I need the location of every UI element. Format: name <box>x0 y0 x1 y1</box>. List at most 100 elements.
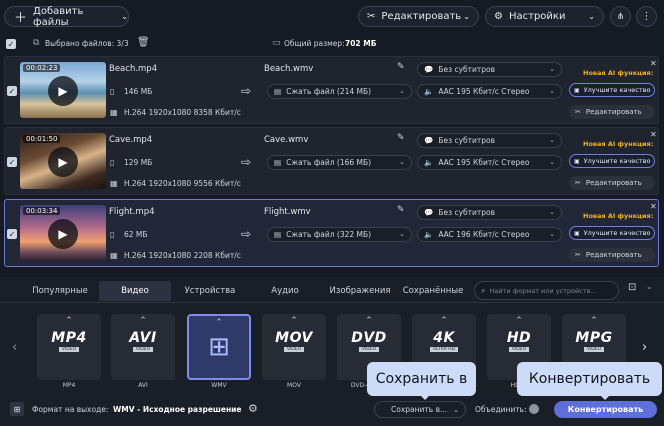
format-tile-label: WMV <box>211 382 227 389</box>
share-button[interactable]: ⋔ <box>610 6 631 27</box>
file-checkbox[interactable]: ✓ <box>7 86 17 96</box>
play-icon[interactable]: ▶ <box>48 147 78 177</box>
file-checkbox[interactable]: ✓ <box>7 229 17 239</box>
settings-label: Настройки <box>508 11 566 22</box>
subtitles-icon: 💬 <box>424 65 434 74</box>
source-file-name: Beach.mp4 <box>109 64 158 74</box>
duration-badge: 00:03:34 <box>23 207 61 215</box>
subtitles-dropdown[interactable]: 💬 Без субтитров ⌄ <box>417 205 562 220</box>
tools-icon: ✂ <box>367 11 376 22</box>
chevron-down-icon: ⌄ <box>399 87 405 95</box>
rename-pencil-icon[interactable]: ✎ <box>397 205 405 215</box>
format-tile[interactable]: ⌃ MOV VIDEO <box>262 314 326 380</box>
settings-button[interactable]: ⚙ Настройки ⌄ <box>485 6 604 27</box>
source-file-name: Cave.mp4 <box>109 135 153 145</box>
convert-arrow-icon: ⇨ <box>241 155 252 169</box>
subtitles-dropdown[interactable]: 💬 Без субтитров ⌄ <box>417 133 562 148</box>
tab-saved[interactable]: Сохранённые <box>397 281 469 301</box>
compress-dropdown[interactable]: ▤ Сжать файл (214 МБ) ⌄ <box>267 84 412 99</box>
file-card[interactable]: ✓ 00:03:34 ▶ Flight.mp4 ▯ 62 МБ ▦ H.264 … <box>4 199 659 267</box>
improve-quality-label: Улучшите качество <box>583 229 651 237</box>
tab-popular[interactable]: Популярные <box>24 281 96 301</box>
rename-pencil-icon[interactable]: ✎ <box>397 133 405 143</box>
video-thumbnail[interactable]: 00:01:50 ▶ <box>20 133 106 189</box>
edit-menu-button[interactable]: ✂ Редактировать ⌄ <box>358 6 479 27</box>
carousel-next-icon[interactable]: › <box>642 340 647 355</box>
format-logo-sub: VIDEO <box>58 347 80 352</box>
format-tile[interactable]: ⌃ ⊞ <box>187 314 251 380</box>
format-search[interactable]: ⌕ Найти формат или устройств... <box>474 281 619 300</box>
audio-dropdown[interactable]: 🔈 AAC 195 Кбит/с Стерео ⌄ <box>417 155 562 170</box>
chevron-up-icon: ⌃ <box>365 316 373 326</box>
improve-quality-button[interactable]: ▣ Улучшите качество <box>569 226 655 240</box>
card-edit-button[interactable]: ✂ Редактировать <box>569 248 655 262</box>
compress-label: Сжать файл (166 МБ) <box>286 158 372 167</box>
ai-icon: ▣ <box>574 229 580 237</box>
compress-dropdown[interactable]: ▤ Сжать файл (322 МБ) ⌄ <box>267 227 412 242</box>
close-icon[interactable]: ✕ <box>650 202 657 211</box>
trash-icon[interactable]: 🗑 <box>137 37 150 48</box>
speaker-icon: 🔈 <box>424 87 434 96</box>
audio-dropdown[interactable]: 🔈 AAC 196 Кбит/с Стерео ⌄ <box>417 227 562 242</box>
file-card[interactable]: ✓ 00:02:23 ▶ Beach.mp4 ▯ 146 МБ ▦ H.264 … <box>4 56 659 124</box>
ai-feature-label: Новая AI функция: <box>583 212 654 220</box>
format-logo: 4K <box>433 330 455 346</box>
add-format-icon[interactable]: ⊡ <box>628 282 642 298</box>
convert-arrow-icon: ⇨ <box>241 227 252 241</box>
format-logo: HD <box>506 330 532 346</box>
subtitles-dropdown[interactable]: 💬 Без субтитров ⌄ <box>417 62 562 77</box>
close-icon[interactable]: ✕ <box>650 130 657 139</box>
tab-audio[interactable]: Аудио <box>249 281 321 301</box>
select-all-checkbox[interactable]: ✓ <box>6 39 16 49</box>
convert-button[interactable]: Конвертировать <box>554 401 657 418</box>
plus-icon: ＋ <box>14 11 28 26</box>
tools-icon: ✂ <box>575 108 581 116</box>
file-checkbox[interactable]: ✓ <box>7 157 17 167</box>
carousel-prev-icon[interactable]: ‹ <box>12 340 17 355</box>
improve-quality-button[interactable]: ▣ Улучшите качество <box>569 83 655 97</box>
settings-icon: ⚙ <box>494 11 503 22</box>
card-edit-label: Редактировать <box>585 179 642 187</box>
card-edit-label: Редактировать <box>585 108 642 116</box>
ai-feature-label: Новая AI функция: <box>583 69 654 77</box>
chevron-down-icon: ⌄ <box>121 12 128 21</box>
more-button[interactable]: ⋮ <box>636 6 657 27</box>
merge-toggle[interactable] <box>529 404 539 414</box>
close-icon[interactable]: ✕ <box>650 59 657 68</box>
improve-quality-button[interactable]: ▣ Улучшите качество <box>569 154 655 168</box>
compress-dropdown[interactable]: ▤ Сжать файл (166 МБ) ⌄ <box>267 155 412 170</box>
tab-images[interactable]: Изображения <box>324 281 396 301</box>
video-thumbnail[interactable]: 00:02:23 ▶ <box>20 62 106 118</box>
save-to-label: Сохранить в... <box>391 405 448 414</box>
output-format-label: Формат на выходе: <box>32 405 109 414</box>
format-logo: MP4 <box>51 330 87 346</box>
subtitles-label: Без субтитров <box>438 136 496 145</box>
tools-icon: ✂ <box>575 179 581 187</box>
film-icon: ▦ <box>110 251 118 260</box>
source-codec: H.264 1920x1080 2208 Кбит/с <box>124 251 241 260</box>
file-size-icon: ▯ <box>110 87 115 96</box>
tab-video[interactable]: Видео <box>99 281 171 301</box>
rename-pencil-icon[interactable]: ✎ <box>397 62 405 72</box>
play-icon[interactable]: ▶ <box>48 76 78 106</box>
collapse-icon[interactable]: ⌄ <box>646 282 653 291</box>
chevron-up-icon: ⌃ <box>65 316 73 326</box>
format-settings-gear-icon[interactable]: ⚙ <box>248 402 258 415</box>
file-card[interactable]: ✓ 00:01:50 ▶ Cave.mp4 ▯ 129 МБ ▦ H.264 1… <box>4 127 659 195</box>
format-logo-sub: VIDEO <box>508 347 530 352</box>
save-to-dropdown[interactable]: Сохранить в... ⌄ <box>374 401 466 418</box>
format-tile[interactable]: ⌃ AVI VIDEO <box>111 314 175 380</box>
format-logo: MOV <box>275 330 313 346</box>
add-files-button[interactable]: ＋ Добавить файлы ⌄ <box>4 6 129 28</box>
video-thumbnail[interactable]: 00:03:34 ▶ <box>20 205 106 261</box>
file-icon: ▭ <box>272 38 281 48</box>
divider <box>0 302 664 303</box>
film-icon: ▦ <box>110 108 118 117</box>
app-window: ＋ Добавить файлы ⌄ ✂ Редактировать ⌄ ⚙ Н… <box>0 0 664 426</box>
tab-devices[interactable]: Устройства <box>174 281 246 301</box>
card-edit-button[interactable]: ✂ Редактировать <box>569 176 655 190</box>
audio-dropdown[interactable]: 🔈 AAC 195 Кбит/с Стерео ⌄ <box>417 84 562 99</box>
play-icon[interactable]: ▶ <box>48 219 78 249</box>
format-tile[interactable]: ⌃ MP4 VIDEO <box>37 314 101 380</box>
card-edit-button[interactable]: ✂ Редактировать <box>569 105 655 119</box>
